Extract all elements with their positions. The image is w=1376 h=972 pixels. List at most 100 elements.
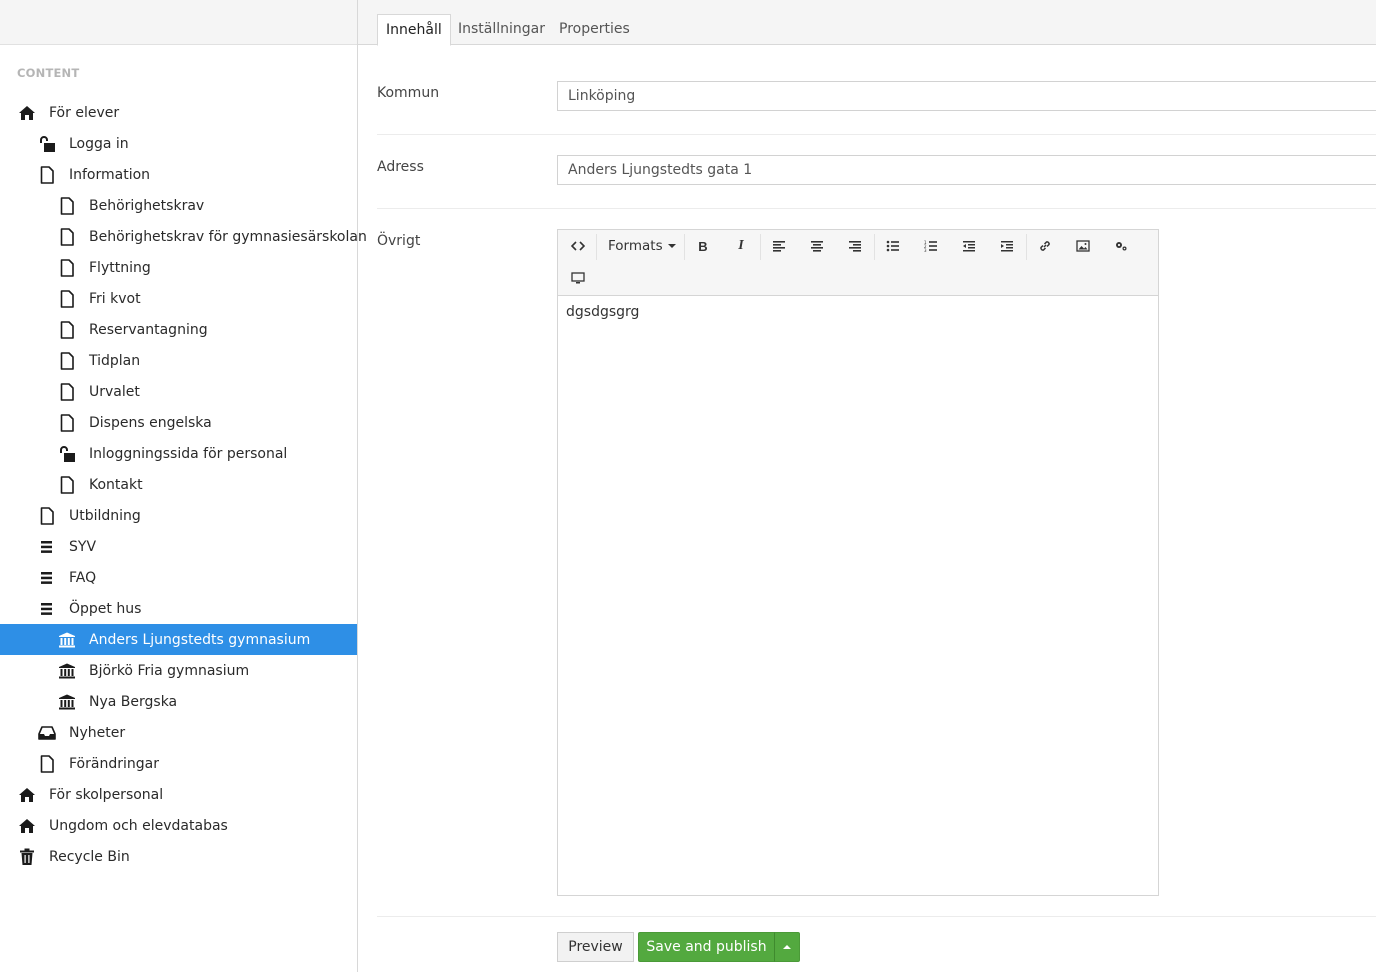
tree-node[interactable]: Tidplan bbox=[0, 345, 357, 376]
tree-node[interactable]: För elever bbox=[0, 97, 357, 128]
align-left-icon[interactable] bbox=[764, 232, 794, 260]
tree-node[interactable]: Dispens engelska bbox=[0, 407, 357, 438]
tree-node-label: Förändringar bbox=[69, 755, 159, 772]
embed-icon[interactable] bbox=[563, 264, 593, 292]
app-root: CONTENT För elever Logga in Information Beh… bbox=[0, 0, 1376, 972]
document-icon bbox=[57, 258, 77, 278]
toolbar-separator bbox=[1026, 234, 1027, 260]
tree-node[interactable]: Fri kvot bbox=[0, 283, 357, 314]
numbered-list-icon[interactable]: 123 bbox=[916, 232, 946, 260]
document-icon bbox=[57, 320, 77, 340]
tree-node[interactable]: Flyttning bbox=[0, 252, 357, 283]
document-icon bbox=[37, 506, 57, 526]
tree-node-label: Behörighetskrav bbox=[89, 197, 205, 214]
formats-dropdown[interactable]: Formats bbox=[600, 232, 684, 260]
tree-node-label: Logga in bbox=[69, 135, 129, 152]
editor-content-area[interactable]: dgsdgsgrg bbox=[558, 296, 1158, 328]
tree-node[interactable]: Recycle Bin bbox=[0, 841, 357, 872]
image-icon[interactable] bbox=[1068, 232, 1098, 260]
tab-properties[interactable]: Properties bbox=[551, 14, 638, 45]
tree-node[interactable]: Anders Ljungstedts gymnasium bbox=[0, 624, 357, 655]
tree-node[interactable]: För skolpersonal bbox=[0, 779, 357, 810]
tree-node[interactable]: Logga in bbox=[0, 128, 357, 159]
content-tree-sidebar: CONTENT För elever Logga in Information Beh… bbox=[0, 0, 367, 972]
tree-node-label: För elever bbox=[49, 104, 120, 121]
tree-node[interactable]: Behörighetskrav bbox=[0, 190, 357, 221]
tree-node-label: Björkö Fria gymnasium bbox=[89, 662, 250, 679]
unlock-icon bbox=[37, 134, 57, 154]
tree-node[interactable]: Björkö Fria gymnasium bbox=[0, 655, 357, 686]
toolbar-separator bbox=[760, 234, 761, 260]
tree-node-label: Ungdom och elevdatabas bbox=[49, 817, 228, 834]
list-icon bbox=[37, 568, 57, 588]
divider bbox=[377, 134, 1376, 135]
institution-icon bbox=[57, 661, 77, 681]
outdent-icon[interactable] bbox=[954, 232, 984, 260]
link-icon[interactable] bbox=[1030, 232, 1060, 260]
tree-node-label: Inloggningssida för personal bbox=[89, 445, 288, 462]
tree-node[interactable]: Information bbox=[0, 159, 357, 190]
tab-installningar[interactable]: Inställningar bbox=[450, 14, 553, 45]
align-center-icon[interactable] bbox=[802, 232, 832, 260]
tree-node-label: Behörighetskrav för gymnasiesärskolan bbox=[89, 228, 367, 245]
italic-icon[interactable]: I bbox=[726, 232, 756, 260]
tree-node[interactable]: Inloggningssida för personal bbox=[0, 438, 357, 469]
document-icon bbox=[57, 413, 77, 433]
tree-node-label: Reservantagning bbox=[89, 321, 208, 338]
editor-toolbar: Formats B I 1 2 3 bbox=[558, 230, 1158, 296]
rich-text-editor: Formats B I 1 2 3 dgsdgsgrg bbox=[557, 229, 1159, 896]
tree-node-label: SYV bbox=[69, 538, 97, 555]
home-icon bbox=[17, 816, 37, 836]
align-right-icon[interactable] bbox=[840, 232, 870, 260]
tree-node[interactable]: Behörighetskrav för gymnasiesärskolan bbox=[0, 221, 367, 252]
tree-node-label: Anders Ljungstedts gymnasium bbox=[89, 631, 311, 648]
tab-bar: Innehåll Inställningar Properties bbox=[358, 0, 1376, 46]
home-icon bbox=[17, 103, 37, 123]
tree-node[interactable]: Nyheter bbox=[0, 717, 357, 748]
adress-input[interactable] bbox=[557, 155, 1376, 185]
macro-icon[interactable] bbox=[1106, 232, 1136, 260]
tree-node[interactable]: SYV bbox=[0, 531, 357, 562]
tab-innehall[interactable]: Innehåll bbox=[377, 14, 451, 46]
tree-node[interactable]: Urvalet bbox=[0, 376, 357, 407]
tree-node-label: Öppet hus bbox=[69, 600, 142, 617]
divider bbox=[377, 916, 1376, 917]
save-and-publish-button[interactable]: Save and publish bbox=[638, 932, 775, 962]
tree-node[interactable]: Förändringar bbox=[0, 748, 357, 779]
divider bbox=[377, 208, 1376, 209]
formats-label: Formats bbox=[608, 238, 663, 254]
content-editor: Innehåll Inställningar Properties Kommun… bbox=[358, 0, 1376, 972]
document-icon bbox=[37, 754, 57, 774]
chevron-down-icon bbox=[667, 244, 676, 248]
list-icon bbox=[37, 537, 57, 557]
ovrigt-label: Övrigt bbox=[377, 233, 421, 249]
tree-node[interactable]: Utbildning bbox=[0, 500, 357, 531]
indent-icon[interactable] bbox=[992, 232, 1022, 260]
document-icon bbox=[57, 351, 77, 371]
document-icon bbox=[57, 196, 77, 216]
document-icon bbox=[37, 165, 57, 185]
kommun-input[interactable] bbox=[557, 81, 1376, 111]
unlock-icon bbox=[57, 444, 77, 464]
tree-node[interactable]: Öppet hus bbox=[0, 593, 357, 624]
bullet-list-icon[interactable] bbox=[878, 232, 908, 260]
tree-node[interactable]: Ungdom och elevdatabas bbox=[0, 810, 357, 841]
tree-node-label: Urvalet bbox=[89, 383, 140, 400]
code-icon[interactable] bbox=[563, 232, 593, 260]
tree-node[interactable]: Kontakt bbox=[0, 469, 357, 500]
document-icon bbox=[57, 227, 77, 247]
sidebar-header bbox=[0, 0, 357, 45]
tree-node[interactable]: Nya Bergska bbox=[0, 686, 357, 717]
publish-options-button[interactable] bbox=[774, 932, 800, 962]
tree-node-label: Tidplan bbox=[89, 352, 141, 369]
tree-node-label: Utbildning bbox=[69, 507, 141, 524]
tree-node-label: Nyheter bbox=[69, 724, 126, 741]
tree-node-label: För skolpersonal bbox=[49, 786, 164, 803]
adress-label: Adress bbox=[377, 159, 424, 175]
bold-icon[interactable]: B bbox=[688, 232, 718, 260]
institution-icon bbox=[57, 630, 77, 650]
tree-node-label: Fri kvot bbox=[89, 290, 141, 307]
tree-node[interactable]: Reservantagning bbox=[0, 314, 357, 345]
preview-button[interactable]: Preview bbox=[557, 932, 634, 962]
tree-node[interactable]: FAQ bbox=[0, 562, 357, 593]
